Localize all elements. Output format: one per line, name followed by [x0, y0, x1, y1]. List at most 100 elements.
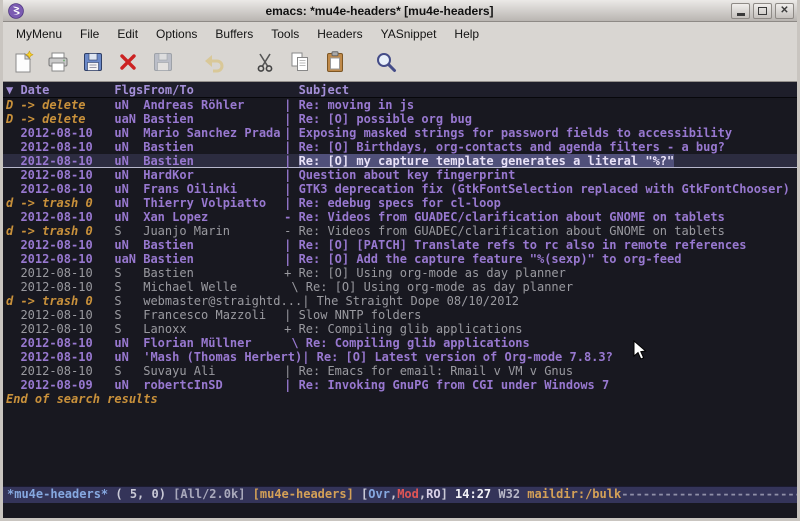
menu-item-edit[interactable]: Edit — [108, 24, 147, 44]
message-date: -> trash 0 — [20, 294, 114, 308]
menu-item-help[interactable]: Help — [445, 24, 488, 44]
echo-area[interactable] — [3, 503, 797, 518]
message-row-current[interactable]: 2012-08-10uNBastien| Re: [O] my capture … — [3, 154, 797, 168]
maximize-button[interactable] — [753, 3, 772, 19]
message-row[interactable]: D-> deleteuaNBastien| Re: [O] possible o… — [3, 112, 797, 126]
cut-icon — [253, 50, 277, 77]
thread-indicator: + — [284, 322, 298, 336]
thread-indicator: | — [284, 252, 298, 266]
message-row[interactable]: 2012-08-10uNBastien| Re: [O] [PATCH] Tra… — [3, 238, 797, 252]
message-date: 2012-08-09 — [20, 378, 114, 392]
message-flags: uN — [114, 238, 143, 252]
message-mark — [6, 280, 20, 294]
modeline-buffer-size: [All/2.0k] — [173, 487, 252, 501]
message-row[interactable]: d-> trash 0SJuanjo Marin- Re: Videos fro… — [3, 224, 797, 238]
message-row[interactable]: 2012-08-10SFrancesco Mazzoli| Slow NNTP … — [3, 308, 797, 322]
message-subject: Re: Emacs for email: Rmail v VM v Gnus — [299, 364, 574, 378]
menu-item-mymenu[interactable]: MyMenu — [7, 24, 71, 44]
message-mark — [6, 238, 20, 252]
window-controls: ✕ — [731, 3, 794, 19]
message-row[interactable]: d-> trash 0Swebmaster@straightd...| The … — [3, 294, 797, 308]
thread-indicator: | — [284, 154, 298, 167]
column-header-date[interactable]: Date — [20, 83, 114, 97]
print-button[interactable] — [42, 48, 74, 78]
message-date: 2012-08-10 — [20, 126, 114, 140]
message-from: webmaster@straightd... — [143, 294, 302, 308]
message-flags: S — [114, 294, 143, 308]
message-flags: S — [114, 280, 143, 294]
message-flags: uN — [114, 196, 143, 210]
save-button[interactable] — [77, 48, 109, 78]
message-mark — [6, 182, 20, 196]
message-row[interactable]: 2012-08-10SBastien+ Re: [O] Using org-mo… — [3, 266, 797, 280]
message-mark — [6, 168, 20, 182]
new-file-button[interactable] — [7, 48, 39, 78]
message-row[interactable]: 2012-08-10uNMario Sanchez Prada| Exposin… — [3, 126, 797, 140]
message-row[interactable]: 2012-08-10uNFlorian Müllner \ Re: Compil… — [3, 336, 797, 350]
message-date: -> delete — [20, 112, 114, 126]
message-subject: Re: [O] Using org-mode as day planner — [299, 266, 566, 280]
message-row[interactable]: 2012-08-10uNHardKor| Question about key … — [3, 168, 797, 182]
message-mark — [6, 140, 20, 154]
toolbar — [3, 45, 797, 82]
modeline-buffer-name: *mu4e-headers* — [7, 487, 115, 501]
menu-item-yasnippet[interactable]: YASnippet — [372, 24, 446, 44]
kill-buffer-icon — [116, 50, 140, 77]
mode-line: *mu4e-headers* ( 5, 0) [All/2.0k] [mu4e-… — [3, 486, 797, 503]
menu-item-options[interactable]: Options — [147, 24, 206, 44]
modeline-overwrite-indicator: Ovr — [368, 487, 390, 501]
message-subject: Re: [O] Using org-mode as day planner — [306, 280, 573, 294]
menu-item-buffers[interactable]: Buffers — [206, 24, 262, 44]
message-row[interactable]: 2012-08-10uaNBastien| Re: [O] Add the ca… — [3, 252, 797, 266]
message-from: Andreas Röhler — [143, 98, 284, 112]
message-row[interactable]: D-> deleteuNAndreas Röhler| Re: moving i… — [3, 98, 797, 112]
copy-button[interactable] — [284, 48, 316, 78]
message-row[interactable]: 2012-08-10uN'Mash (Thomas Herbert)| Re: … — [3, 350, 797, 364]
modeline-readonly-indicator: RO — [426, 487, 440, 501]
message-subject: Slow NNTP folders — [299, 308, 422, 322]
message-row[interactable]: 2012-08-09uNrobertcInSD| Re: Invoking Gn… — [3, 378, 797, 392]
message-subject: Re: [O] [PATCH] Translate refs to rc als… — [299, 238, 747, 252]
cut-button[interactable] — [249, 48, 281, 78]
message-date: 2012-08-10 — [20, 252, 114, 266]
message-row[interactable]: 2012-08-10uNFrans Oilinki| GTK3 deprecat… — [3, 182, 797, 196]
menu-item-headers[interactable]: Headers — [308, 24, 371, 44]
message-subject: Re: Compiling glib applications — [306, 336, 530, 350]
menu-item-file[interactable]: File — [71, 24, 108, 44]
sort-direction-icon[interactable]: ▼ — [6, 83, 20, 97]
mu4e-headers-buffer: ▼ Date Flgs From/To Subject D-> deleteuN… — [3, 82, 797, 486]
message-row[interactable]: 2012-08-10SMichael Welle \ Re: [O] Using… — [3, 280, 797, 294]
column-header-flags[interactable]: Flgs — [114, 83, 143, 97]
thread-indicator: + — [284, 266, 298, 280]
message-mark — [6, 252, 20, 266]
message-subject: Re: moving in js — [299, 98, 415, 112]
message-flags: uN — [114, 182, 143, 196]
message-flags: S — [114, 224, 143, 238]
modeline-window-number: W32 — [498, 487, 527, 501]
search-icon — [374, 50, 398, 77]
menu-item-tools[interactable]: Tools — [262, 24, 308, 44]
paste-button[interactable] — [319, 48, 351, 78]
column-header-from[interactable]: From/To — [143, 83, 284, 97]
minimize-button[interactable] — [731, 3, 750, 19]
message-flags: uN — [114, 168, 143, 182]
message-from: 'Mash (Thomas Herbert) — [143, 350, 302, 364]
kill-buffer-button[interactable] — [112, 48, 144, 78]
message-row[interactable]: 2012-08-10uNXan Lopez- Re: Videos from G… — [3, 210, 797, 224]
message-row[interactable]: d-> trash 0uNThierry Volpiatto| Re: edeb… — [3, 196, 797, 210]
message-flags: uN — [114, 210, 143, 224]
search-button[interactable] — [370, 48, 402, 78]
column-header-subject[interactable]: Subject — [299, 83, 350, 97]
message-mark — [6, 364, 20, 378]
close-button[interactable]: ✕ — [775, 3, 794, 19]
message-flags: S — [114, 322, 143, 336]
message-row[interactable]: 2012-08-10uNBastien| Re: [O] Birthdays, … — [3, 140, 797, 154]
message-row[interactable]: 2012-08-10SSuvayu Ali| Re: Emacs for ema… — [3, 364, 797, 378]
modeline-cursor-position: ( 5, 0) — [115, 487, 173, 501]
print-icon — [46, 50, 70, 77]
thread-indicator: | — [284, 168, 298, 182]
modeline-clock: 14:27 — [455, 487, 498, 501]
message-flags: S — [114, 364, 143, 378]
message-row[interactable]: 2012-08-10SLanoxx+ Re: Compiling glib ap… — [3, 322, 797, 336]
modeline-major-mode: [mu4e-headers] — [253, 487, 361, 501]
